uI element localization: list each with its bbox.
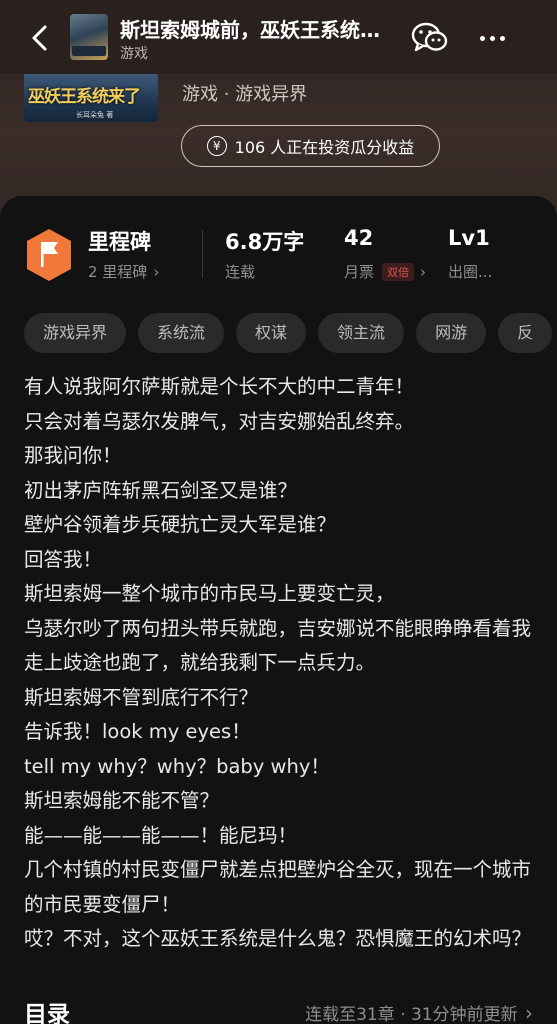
intro-line: 乌瑟尔吵了两句扭头带兵就跑，吉安娜说不能眼睁睁看着我走上歧途也跑了，就给我剩下一… (24, 616, 532, 675)
nav-title: 斯坦索姆城前，巫妖王系统来了 (120, 18, 395, 42)
yen-icon: ¥ (206, 136, 227, 156)
toc-update-status[interactable]: 连载至31章 · 31分钟前更新 › (305, 1000, 533, 1024)
intro-line: 斯坦索姆能不能不管？ (24, 789, 220, 812)
back-button[interactable] (22, 20, 58, 56)
tag-chip[interactable]: 反 (498, 313, 553, 353)
book-category[interactable]: 游戏 · 游戏异界 (182, 80, 307, 106)
cover-author: 长耳朵兔 著 (76, 111, 114, 119)
level-value[interactable]: Lv1 (448, 226, 490, 250)
milestone-flag-icon[interactable] (24, 227, 74, 283)
intro-line: 告诉我！look my eyes！ (24, 720, 251, 743)
toc-title[interactable]: 目录 (24, 995, 70, 1024)
chevron-right-icon: › (153, 262, 160, 281)
tag-list: 游戏异界 系统流 权谋 领主流 网游反 (24, 313, 557, 353)
wechat-icon (411, 22, 448, 52)
milestone-title[interactable]: 里程碑 (88, 226, 151, 256)
monthly-ticket-label[interactable]: 月票 双倍 › (344, 261, 426, 282)
intro-line: tell my why？why？baby why！ (24, 754, 330, 778)
more-options-button[interactable] (472, 22, 512, 54)
word-count: 6.8万字 (225, 230, 305, 254)
nav-subtitle: 游戏 (120, 46, 148, 62)
tag-chip[interactable]: 权谋 (236, 313, 307, 353)
nav-book-thumbnail[interactable] (70, 14, 108, 60)
chevron-right-icon: › (420, 262, 427, 281)
intro-line: 只会对着乌瑟尔发脾气，对吉安娜始乱终弃。 (24, 409, 415, 433)
intro-line: 几个村镇的村民变僵尸就差点把壁炉谷全灭，现在一个城市的市民要变僵尸！ (24, 858, 532, 916)
monthly-ticket-count[interactable]: 42 (344, 226, 373, 250)
invest-button[interactable]: ¥ 106 人正在投资瓜分收益 (181, 125, 440, 167)
stats-divider (202, 230, 203, 278)
intro-line: 壁炉谷领着步兵硬抗亡灵大军是谁？ (24, 513, 337, 536)
intro-line: 有人说我阿尔萨斯就是个长不大的中二青年！ (24, 375, 415, 398)
invest-text: 106 人正在投资瓜分收益 (234, 138, 415, 157)
monthly-ticket-text: 月票 (344, 263, 375, 281)
chevron-right-icon: › (525, 1001, 533, 1024)
intro-line: 回答我！ (24, 547, 103, 571)
top-nav-bar: 斯坦索姆城前，巫妖王系统来了 游戏 (0, 0, 557, 74)
tag-chip[interactable]: 系统流 (138, 313, 225, 353)
serial-status: 连载 (225, 263, 256, 281)
tag-chip[interactable]: 领主流 (318, 313, 405, 353)
tag-chip[interactable]: 网游 (416, 313, 487, 353)
level-label: 出圈... (448, 263, 493, 281)
toc-status-text: 连载至31章 · 31分钟前更新 (305, 1005, 518, 1024)
milestone-count[interactable]: 2 里程碑 › (88, 261, 159, 282)
book-intro[interactable]: 有人说我阿尔萨斯就是个长不大的中二青年！ 只会对着乌瑟尔发脾气，对吉安娜始乱终弃。… (24, 370, 536, 957)
intro-line: 初出茅庐阵斩黑石剑圣又是谁？ (24, 478, 298, 502)
cover-title: 巫妖王系统来了 (28, 87, 141, 107)
intro-line: 能——能——能——！能尼玛！ (24, 823, 298, 847)
wechat-share-button[interactable] (410, 20, 450, 56)
tag-chip[interactable]: 游戏异界 (24, 313, 127, 353)
intro-line: 斯坦索姆不管到底行不行？ (24, 685, 259, 709)
intro-line: 斯坦索姆一整个城市的市民马上要变亡灵， (24, 582, 395, 605)
milestone-count-label: 2 里程碑 (88, 263, 148, 281)
book-cover[interactable]: 巫妖王系统来了 长耳朵兔 著 (24, 74, 158, 122)
intro-line: 那我问你！ (24, 444, 122, 467)
chevron-left-icon (32, 25, 47, 51)
intro-line: 哎？不对，这个巫妖王系统是什么鬼？恐惧魔王的幻术吗？ (24, 927, 532, 950)
double-badge: 双倍 (382, 262, 415, 281)
